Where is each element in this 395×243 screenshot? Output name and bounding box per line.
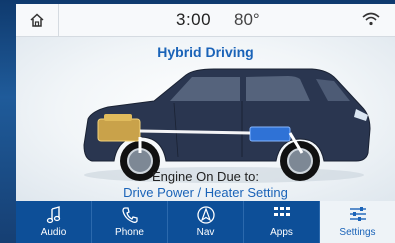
clock: 3:00 [176,10,212,29]
nav-phone-label: Phone [115,227,144,238]
battery-highlight [249,126,291,142]
home-button[interactable] [16,4,59,36]
hybrid-suv-illustration [83,68,371,183]
settings-sliders-icon [349,207,366,221]
nav-apps[interactable]: Apps [244,201,320,243]
nav-audio-label: Audio [40,227,67,238]
status-bar: 3:00 80° [16,4,395,37]
outside-temperature: 80° [234,10,260,29]
infotainment-screen: 3:00 80° Hybrid Driving Engine On Due to… [16,4,395,243]
bottom-nav-bar: Audio Phone Nav Apps Settings [16,201,395,243]
engine-status-line1: Engine On Due to: [152,169,259,184]
nav-settings-label: Settings [339,227,376,238]
nav-navigation[interactable]: Nav [168,201,244,243]
wifi-icon [362,12,380,26]
navigation-icon [196,206,215,224]
nav-apps-label: Apps [270,227,293,238]
nav-settings[interactable]: Settings [320,201,395,243]
nav-phone[interactable]: Phone [92,201,168,243]
music-note-icon [46,206,60,224]
engine-status-line2: Drive Power / Heater Setting [123,185,288,200]
phone-icon [121,207,138,223]
apps-grid-icon [273,207,290,216]
nav-audio[interactable]: Audio [16,201,92,243]
home-icon [30,13,44,27]
nav-navigation-label: Nav [196,227,215,238]
hybrid-driving-panel: Hybrid Driving Engine On Due to: Drive P… [16,37,395,201]
